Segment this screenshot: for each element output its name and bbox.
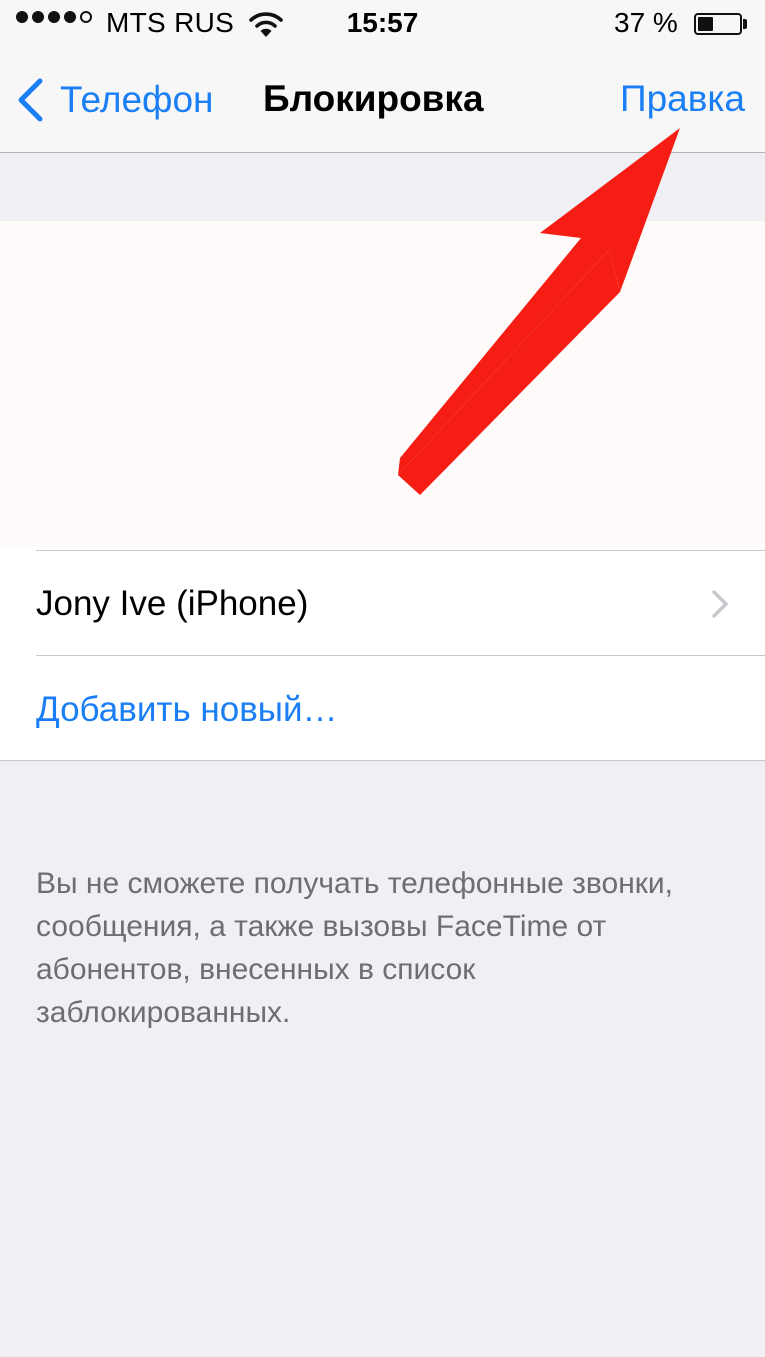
- page-title: Блокировка: [263, 78, 484, 119]
- battery-percent: 37 %: [614, 7, 678, 38]
- back-button-label: Телефон: [60, 79, 214, 120]
- battery-fill: [698, 17, 713, 31]
- blocked-contact-name: Jony Ive (iPhone): [36, 584, 309, 623]
- chevron-right-icon: [712, 590, 728, 618]
- section-spacer: [0, 153, 765, 221]
- add-new-label: Добавить новый…: [36, 690, 338, 729]
- edit-button[interactable]: Правка: [620, 78, 745, 120]
- battery-icon: [694, 13, 742, 35]
- blank-panel: [0, 221, 765, 547]
- navigation-bar: Телефон Блокировка Правка: [0, 48, 765, 153]
- status-bar: MTS RUS 15:57 37 %: [0, 0, 765, 48]
- battery-tip: [743, 19, 747, 29]
- back-button[interactable]: Телефон: [16, 72, 214, 128]
- blocked-contact-row[interactable]: Jony Ive (iPhone): [36, 550, 765, 656]
- chevron-left-icon: [18, 78, 43, 122]
- blocked-list: Jony Ive (iPhone) Добавить новый…: [0, 547, 765, 761]
- footer-note: Вы не сможете получать телефонные звонки…: [36, 867, 673, 1029]
- add-new-button[interactable]: Добавить новый…: [36, 656, 765, 762]
